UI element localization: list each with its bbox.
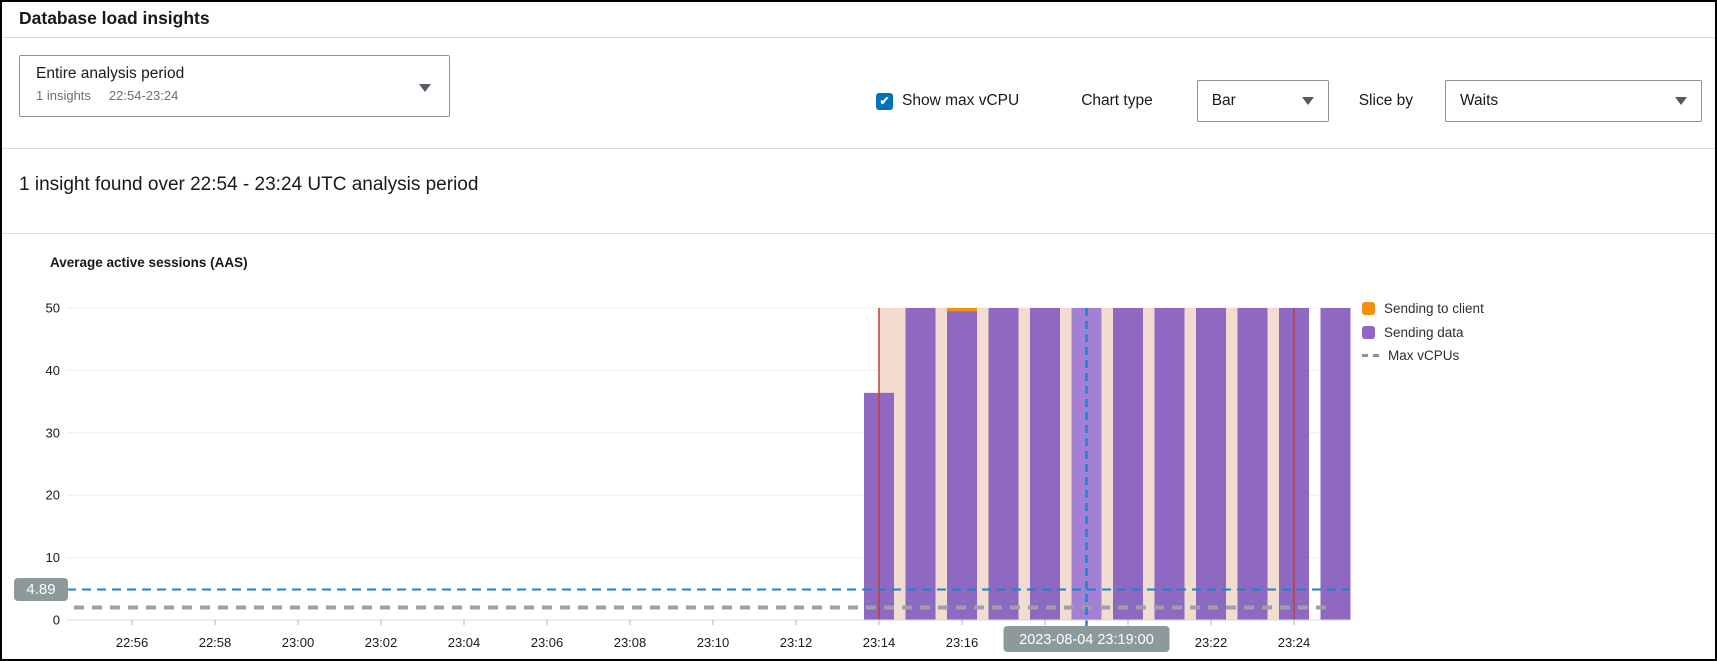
y-tick-label: 10 bbox=[46, 550, 60, 565]
x-tick-label: 23:10 bbox=[697, 635, 730, 650]
x-tick-label: 22:56 bbox=[116, 635, 149, 650]
legend-label: Sending data bbox=[1384, 325, 1464, 340]
y-tick-label: 30 bbox=[46, 425, 60, 440]
y-tick-label: 50 bbox=[46, 301, 60, 316]
legend-label: Max vCPUs bbox=[1388, 348, 1459, 363]
legend-swatch-icon bbox=[1362, 302, 1375, 315]
y-tick-label: 0 bbox=[53, 613, 60, 628]
bar-23:17[interactable] bbox=[989, 308, 1019, 620]
load-average-badge-value: 4.89 bbox=[26, 581, 55, 598]
x-tick-label: 23:00 bbox=[282, 635, 315, 650]
x-tick-label: 23:04 bbox=[448, 635, 481, 650]
x-tick-label: 23:14 bbox=[863, 635, 896, 650]
x-tick-label: 23:16 bbox=[946, 635, 979, 650]
bar-23:16[interactable] bbox=[947, 311, 977, 620]
x-tick-label: 22:58 bbox=[199, 635, 232, 650]
bar-cap-23:16[interactable] bbox=[947, 308, 977, 311]
x-tick-label: 23:12 bbox=[780, 635, 813, 650]
bar-23:20[interactable] bbox=[1113, 308, 1143, 620]
bar-23:25[interactable] bbox=[1321, 308, 1351, 620]
bar-23:21[interactable] bbox=[1155, 308, 1185, 620]
legend-item: Max vCPUs bbox=[1362, 344, 1484, 368]
database-load-insights-panel: Database load insights Entire analysis p… bbox=[0, 0, 1717, 661]
legend-item: Sending data bbox=[1362, 321, 1484, 345]
x-tick-label: 23:24 bbox=[1278, 635, 1311, 650]
legend-label: Sending to client bbox=[1384, 301, 1484, 316]
crosshair-tooltip-text: 2023-08-04 23:19:00 bbox=[1019, 632, 1154, 648]
legend-swatch-icon bbox=[1362, 326, 1375, 339]
bar-23:15[interactable] bbox=[906, 308, 936, 620]
x-tick-label: 23:02 bbox=[365, 635, 398, 650]
legend-dash-icon bbox=[1362, 354, 1379, 357]
legend-item: Sending to client bbox=[1362, 297, 1484, 321]
chart-legend: Sending to client Sending data Max vCPUs bbox=[1362, 297, 1484, 368]
x-tick-label: 23:22 bbox=[1195, 635, 1228, 650]
bar-23:22[interactable] bbox=[1196, 308, 1226, 620]
y-tick-label: 40 bbox=[46, 363, 60, 378]
x-tick-label: 23:08 bbox=[614, 635, 647, 650]
x-tick-label: 23:06 bbox=[531, 635, 564, 650]
y-tick-label: 20 bbox=[46, 488, 60, 503]
bar-23:23[interactable] bbox=[1238, 308, 1268, 620]
bar-23:18[interactable] bbox=[1030, 308, 1060, 620]
